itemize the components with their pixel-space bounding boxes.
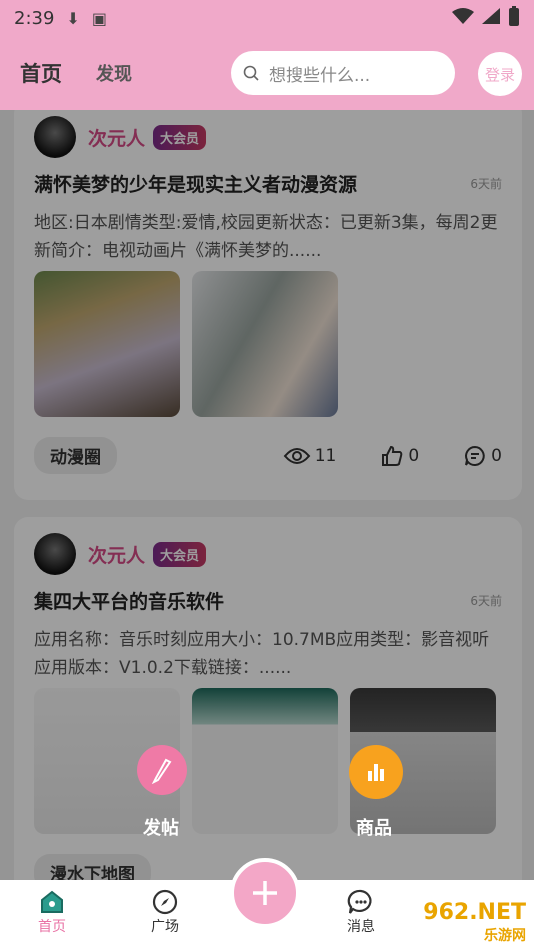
goods-action-label: 商品 [356, 818, 392, 839]
nav-home-label: 首页 [38, 919, 66, 935]
compass-icon [152, 889, 178, 915]
dim-overlay[interactable] [0, 110, 534, 880]
search-placeholder: 想搜些什么... [269, 65, 371, 86]
nav-home[interactable]: 首页 [38, 888, 66, 936]
download-icon: ⬇ [66, 8, 80, 28]
nav-messages[interactable]: 消息 [347, 888, 375, 936]
post-action-label: 发帖 [143, 818, 179, 839]
app-notification-icon: ▣ [91, 8, 107, 28]
signal-icon [482, 8, 500, 28]
tab-discover[interactable]: 发现 [96, 60, 132, 86]
wifi-icon [452, 8, 474, 28]
watermark-subtitle: 乐游网 [484, 928, 526, 944]
message-icon [347, 889, 372, 914]
create-button[interactable] [230, 858, 300, 928]
pen-icon [151, 758, 172, 784]
status-bar: 2:39 ⬇ ▣ [0, 0, 534, 36]
status-time: 2:39 [14, 7, 55, 29]
battery-icon [508, 6, 520, 30]
post-action-button[interactable] [137, 745, 187, 795]
watermark-logo: 962.NET 乐游网 [423, 900, 526, 945]
search-input[interactable]: 想搜些什么... [231, 51, 455, 95]
nav-square[interactable]: 广场 [151, 888, 179, 936]
home-icon [41, 890, 63, 913]
search-icon [243, 65, 259, 81]
goods-action-button[interactable] [349, 745, 403, 799]
plus-icon [253, 881, 277, 905]
watermark-brand: 962.NET [423, 900, 526, 925]
nav-messages-label: 消息 [347, 919, 375, 935]
nav-square-label: 广场 [151, 919, 179, 935]
tab-home[interactable]: 首页 [20, 58, 62, 88]
bar-chart-icon [368, 764, 384, 781]
login-button[interactable]: 登录 [478, 52, 522, 96]
top-header: 首页 发现 想搜些什么... 登录 [0, 36, 534, 110]
